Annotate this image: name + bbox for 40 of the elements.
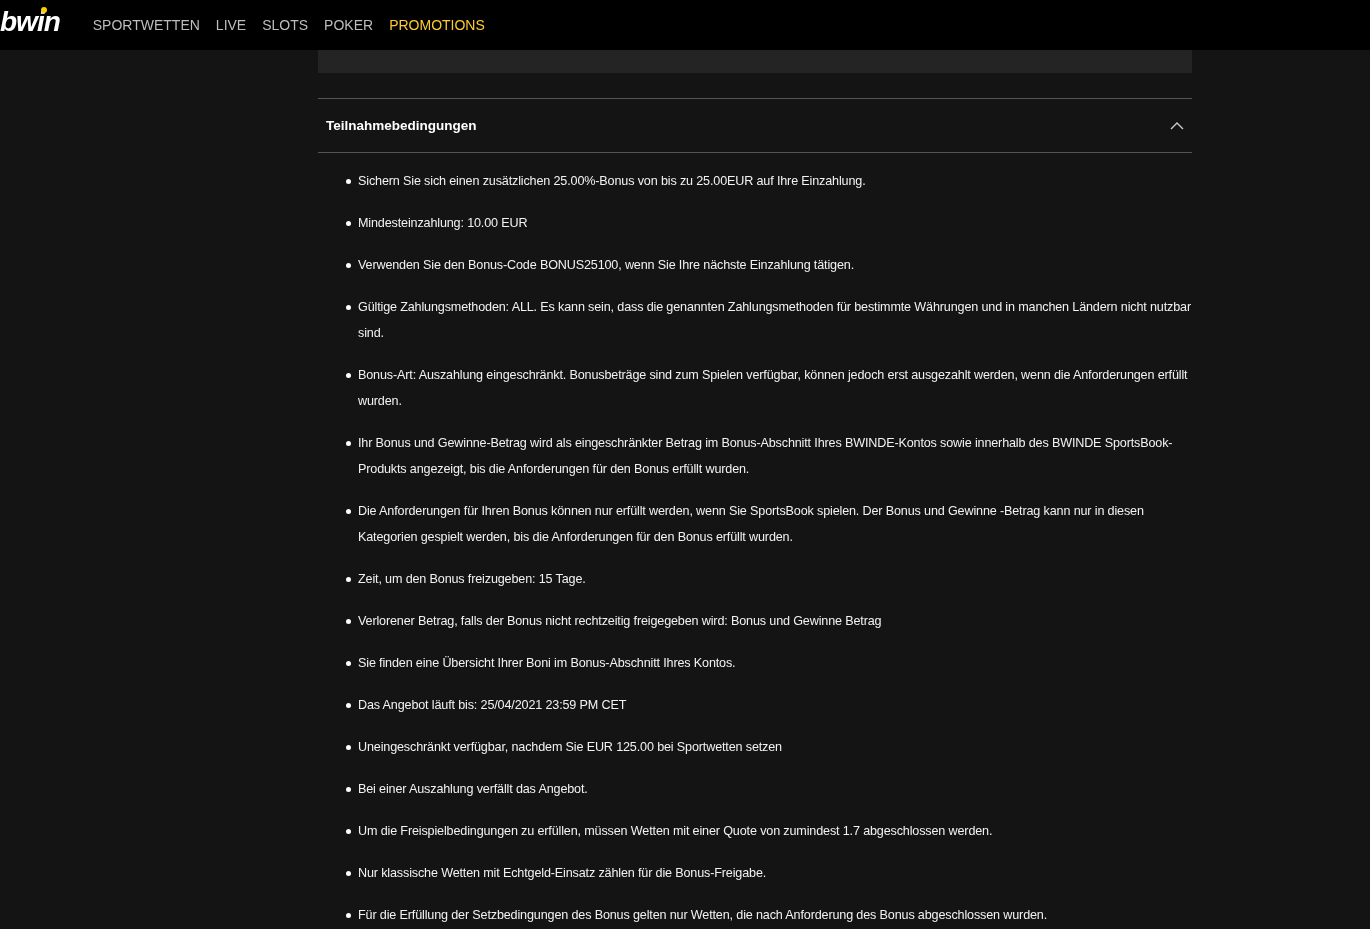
- term-text: Sichern Sie sich einen zusätzlichen 25.00%-Bonus von bis zu 25.00EUR auf Ihre Einzahlung.: [358, 173, 866, 190]
- bullet-dot: [346, 305, 351, 310]
- term-text: Nur klassische Wetten mit Echtgeld-Einsatz zählen für die Bonus-Freigabe.: [358, 865, 767, 882]
- accordion-header[interactable]: Teilnahmebedingungen: [318, 98, 1192, 153]
- term-text: Ihr Bonus und Gewinne-Betrag wird als eingeschränkter Betrag im Bonus-Abschnitt Ihres BWINDE-Kontos sowie innerhalb des BWINDE SportsBook-Produkts angezeigt, bis die Anforderungen für den Bonus erfüllt wurden.: [358, 435, 1174, 478]
- nav-link[interactable]: POKER: [324, 17, 374, 33]
- bullet-dot: [346, 619, 351, 624]
- bullet-dot: [346, 913, 351, 918]
- bullet-dot: [346, 661, 351, 666]
- bullet-dot: [346, 577, 351, 582]
- bullet-dot: [346, 745, 351, 750]
- term-text: Für die Erfüllung der Setzbedingungen des Bonus gelten nur Wetten, die nach Anforderung des Bonus abgeschlossen wurden.: [358, 907, 1048, 924]
- term-text: Das Angebot läuft bis: 25/04/2021 23:59 PM CET: [358, 697, 627, 714]
- nav-link[interactable]: PROMOTIONS: [389, 17, 485, 33]
- term-text: Verwenden Sie den Bonus-Code BONUS25100, wenn Sie Ihre nächste Einzahlung tätigen.: [358, 257, 854, 274]
- term-text: Die Anforderungen für Ihren Bonus können nur erfüllt werden, wenn Sie SportsBook spielen. Der Bonus und Gewinne -Betrag kann nur in diesen Kategorien gespielt werden, bis die Anforderungen für den Bonus erfüllt wurden.: [358, 503, 1145, 546]
- bullet-dot: [346, 373, 351, 378]
- logo[interactable]: bwin: [0, 6, 62, 38]
- bullet-dot: [346, 263, 351, 268]
- term-text: Gültige Zahlungsmethoden: ALL. Es kann sein, dass die genannten Zahlungsmethoden für bestimmte Währungen und in manchen Ländern nicht nutzbar sind.: [358, 299, 1192, 342]
- bullet-dot: [346, 221, 351, 226]
- term-text: Bonus-Art: Auszahlung eingeschränkt. Bonusbeträge sind zum Spielen verfügbar, können jedoch erst ausgezahlt werden, wenn die Anforderungen erfüllt wurden.: [358, 367, 1189, 410]
- section-title: Teilnahmebedingungen: [326, 118, 477, 133]
- nav-link[interactable]: SLOTS: [262, 17, 309, 33]
- bullet-dot: [346, 787, 351, 792]
- term-text: Bei einer Auszahlung verfällt das Angebot.: [358, 781, 588, 798]
- bullet-dot: [346, 179, 351, 184]
- nav-link[interactable]: LIVE: [215, 17, 247, 33]
- term-text: Uneingeschränkt verfügbar, nachdem Sie EUR 125.00 bei Sportwetten setzen: [358, 739, 782, 756]
- bullet-dot: [346, 509, 351, 514]
- term-text: Zeit, um den Bonus freizugeben: 15 Tage.: [358, 571, 586, 588]
- term-text: Mindesteinzahlung: 10.00 EUR: [358, 215, 528, 232]
- bullet-dot: [346, 703, 351, 708]
- term-text: Verlorener Betrag, falls der Bonus nicht rechtzeitig freigegeben wird: Bonus und Gewinne Betrag: [358, 613, 882, 630]
- bullet-dot: [346, 441, 351, 446]
- term-text: Sie finden eine Übersicht Ihrer Boni im Bonus-Abschnitt Ihres Kontos.: [358, 655, 736, 672]
- bullet-dot: [346, 829, 351, 834]
- nav-link[interactable]: SPORTWETTEN: [92, 17, 200, 33]
- term-text: Um die Freispielbedingungen zu erfüllen, müssen Wetten mit einer Quote von zumindest 1.7 abgeschlossen werden.: [358, 823, 993, 840]
- bullet-dot: [346, 871, 351, 876]
